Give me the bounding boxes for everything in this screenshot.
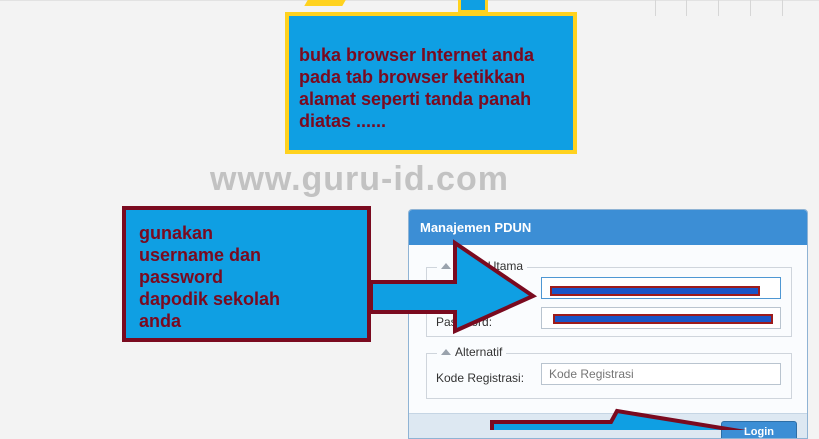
instruction-line: dapodik sekolah xyxy=(139,289,281,309)
legend-label: Login Utama xyxy=(455,259,524,273)
instruction-callout-browser: buka browser Internet anda pada tab brow… xyxy=(285,12,577,154)
panel-title: Manajemen PDUN xyxy=(409,210,807,245)
login-panel: Manajemen PDUN Login Utama U Password: A… xyxy=(408,209,808,439)
login-utama-legend[interactable]: Login Utama xyxy=(437,259,528,273)
watermark: www.guru-id.com xyxy=(210,160,509,198)
instruction-line: anda xyxy=(139,311,182,331)
panel-footer: Login xyxy=(409,413,807,438)
alternatif-legend[interactable]: Alternatif xyxy=(437,345,507,359)
redacted-username xyxy=(550,286,760,296)
instruction-line: diatas ...... xyxy=(299,111,387,131)
instruction-callout-credentials: gunakan username dan password dapodik se… xyxy=(122,206,371,342)
collapse-triangle-icon xyxy=(441,263,451,269)
collapse-triangle-icon xyxy=(441,349,451,355)
instruction-line: pada tab browser ketikkan xyxy=(299,67,526,87)
login-button[interactable]: Login xyxy=(721,421,797,438)
instruction-line: password xyxy=(139,267,224,287)
browser-top-edge xyxy=(0,0,819,7)
legend-label: Alternatif xyxy=(455,345,503,359)
top-divider xyxy=(718,0,719,16)
instruction-line: buka browser Internet anda xyxy=(299,45,535,65)
top-divider xyxy=(782,0,783,16)
instruction-line: username dan xyxy=(139,245,262,265)
alternatif-fieldset: Alternatif Kode Registrasi: xyxy=(426,345,792,399)
username-label: U xyxy=(436,285,445,299)
login-utama-fieldset: Login Utama U Password: xyxy=(426,259,792,337)
arrow-fragment xyxy=(304,0,346,6)
top-divider xyxy=(686,0,687,16)
kode-registrasi-input[interactable] xyxy=(541,363,781,385)
instruction-line: gunakan xyxy=(139,223,214,243)
top-divider xyxy=(750,0,751,16)
password-label: Password: xyxy=(436,315,493,329)
kode-registrasi-label: Kode Registrasi: xyxy=(436,371,525,385)
top-divider xyxy=(655,0,656,16)
redacted-password xyxy=(553,314,773,324)
instruction-line: alamat seperti tanda panah xyxy=(299,89,532,109)
